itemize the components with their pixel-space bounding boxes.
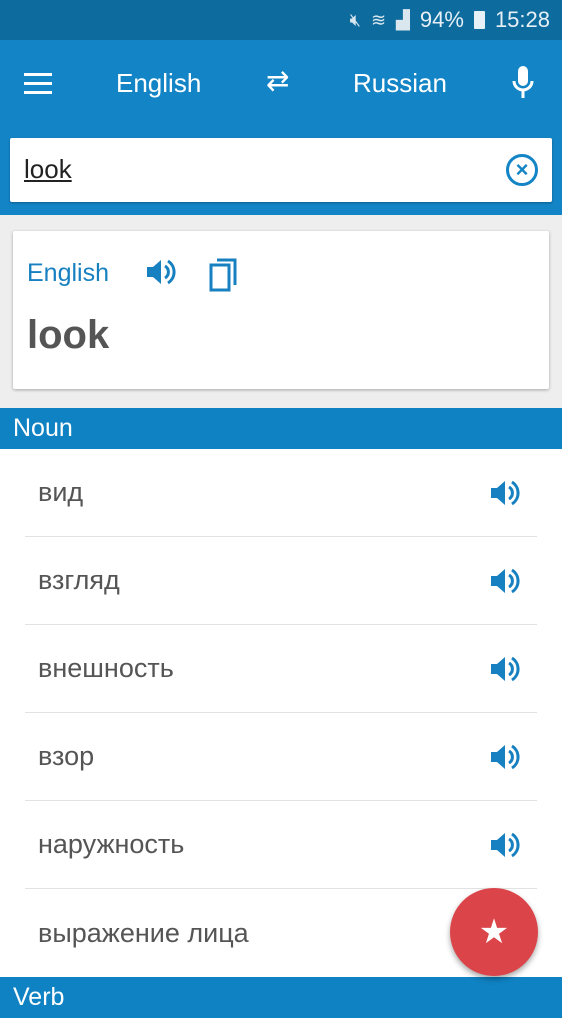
speaker-icon[interactable] xyxy=(489,566,521,596)
section-header-noun: Noun xyxy=(0,408,562,449)
favorite-button[interactable]: ★ xyxy=(450,888,538,976)
speaker-icon[interactable] xyxy=(489,654,521,684)
app-bar: English ⇄ Russian xyxy=(0,40,562,128)
search-input[interactable] xyxy=(24,154,484,185)
card-language: English xyxy=(27,259,109,287)
translation-text: выражение лица xyxy=(38,917,249,948)
translation-text: наружность xyxy=(38,829,185,859)
battery-icon xyxy=(473,11,485,29)
section-header-verb: Verb xyxy=(0,977,562,1018)
list-item[interactable]: внешность xyxy=(25,625,537,713)
card-word: look xyxy=(27,313,110,357)
list-item[interactable]: наружность xyxy=(25,801,537,889)
target-language[interactable]: Russian xyxy=(353,68,447,99)
status-bar: 🔇︎ ≋ ▟ 94% 15:28 xyxy=(0,0,562,40)
swap-languages-icon[interactable]: ⇄ xyxy=(266,64,289,97)
signal-icon: ▟ xyxy=(396,9,410,30)
word-card: English look xyxy=(13,231,549,389)
wifi-icon: ≋ xyxy=(370,9,387,30)
speaker-icon[interactable] xyxy=(489,742,521,772)
translation-text: взгляд xyxy=(38,565,120,595)
list-item[interactable]: взор xyxy=(25,713,537,801)
battery-percent: 94% xyxy=(419,7,464,32)
source-language[interactable]: English xyxy=(116,68,201,99)
mute-icon: 🔇︎ xyxy=(349,9,361,30)
speaker-icon[interactable] xyxy=(489,478,521,508)
microphone-icon[interactable] xyxy=(512,66,534,100)
translation-text: вид xyxy=(38,477,84,507)
translation-text: взор xyxy=(38,741,95,771)
search-box: × xyxy=(10,138,552,202)
list-item[interactable]: взгляд xyxy=(25,537,537,625)
speaker-icon[interactable] xyxy=(145,257,177,287)
clear-icon[interactable]: × xyxy=(506,154,538,186)
translation-text: внешность xyxy=(38,653,174,683)
clock: 15:28 xyxy=(494,7,550,32)
menu-icon[interactable] xyxy=(24,73,52,100)
copy-icon[interactable] xyxy=(209,257,239,293)
star-icon: ★ xyxy=(478,913,510,951)
speaker-icon[interactable] xyxy=(489,830,521,860)
list-item[interactable]: вид xyxy=(25,449,537,537)
